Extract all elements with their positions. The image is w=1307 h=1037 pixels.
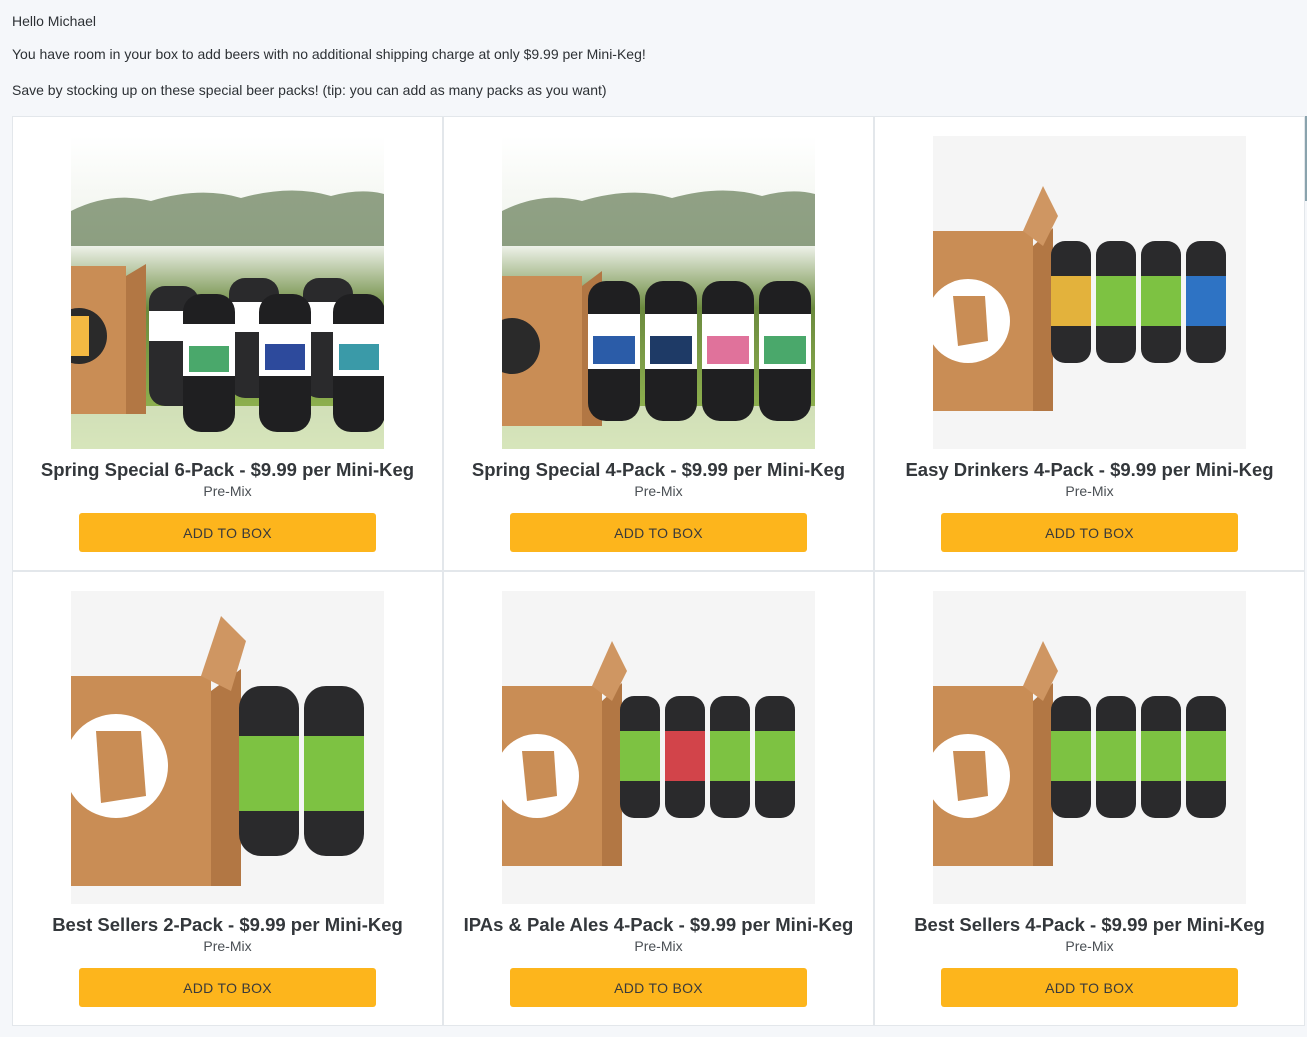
product-title: Best Sellers 4-Pack - $9.99 per Mini-Keg — [914, 914, 1265, 935]
product-title: Spring Special 4-Pack - $9.99 per Mini-K… — [471, 459, 846, 480]
add-to-box-button[interactable]: ADD TO BOX — [79, 968, 376, 1007]
add-to-box-button[interactable]: ADD TO BOX — [941, 968, 1238, 1007]
product-card-best-sellers-4: Best Sellers 4-Pack - $9.99 per Mini-Keg… — [874, 571, 1305, 1026]
product-card-spring-6: Spring Special 6-Pack - $9.99 per Mini-K… — [12, 116, 443, 571]
add-to-box-button[interactable]: ADD TO BOX — [510, 968, 807, 1007]
product-subtitle: Pre-Mix — [203, 938, 252, 954]
product-card-ipas-4: IPAs & Pale Ales 4-Pack - $9.99 per Mini… — [443, 571, 874, 1026]
product-card-spring-4: Spring Special 4-Pack - $9.99 per Mini-K… — [443, 116, 874, 571]
product-image — [502, 591, 815, 904]
product-subtitle: Pre-Mix — [203, 483, 252, 499]
save-message: Save by stocking up on these special bee… — [12, 82, 607, 98]
product-card-easy-drinkers-4: Easy Drinkers 4-Pack - $9.99 per Mini-Ke… — [874, 116, 1305, 571]
product-card-best-sellers-2: Best Sellers 2-Pack - $9.99 per Mini-Keg… — [12, 571, 443, 1026]
product-image — [502, 136, 815, 449]
product-image — [71, 136, 384, 449]
product-image — [71, 591, 384, 904]
product-subtitle: Pre-Mix — [634, 483, 683, 499]
product-subtitle: Pre-Mix — [1065, 938, 1114, 954]
product-grid: Spring Special 6-Pack - $9.99 per Mini-K… — [12, 116, 1305, 1026]
add-to-box-button[interactable]: ADD TO BOX — [510, 513, 807, 552]
product-title: Easy Drinkers 4-Pack - $9.99 per Mini-Ke… — [905, 459, 1274, 480]
product-title: Spring Special 6-Pack - $9.99 per Mini-K… — [40, 459, 415, 480]
room-message: You have room in your box to add beers w… — [12, 46, 646, 62]
product-title: IPAs & Pale Ales 4-Pack - $9.99 per Mini… — [463, 914, 854, 935]
product-image — [933, 591, 1246, 904]
keg-group — [149, 278, 384, 432]
greeting-text: Hello Michael — [12, 13, 97, 29]
product-subtitle: Pre-Mix — [634, 938, 683, 954]
product-title: Best Sellers 2-Pack - $9.99 per Mini-Keg — [52, 914, 403, 935]
product-subtitle: Pre-Mix — [1065, 483, 1114, 499]
product-image — [933, 136, 1246, 449]
add-to-box-button[interactable]: ADD TO BOX — [941, 513, 1238, 552]
add-to-box-button[interactable]: ADD TO BOX — [79, 513, 376, 552]
